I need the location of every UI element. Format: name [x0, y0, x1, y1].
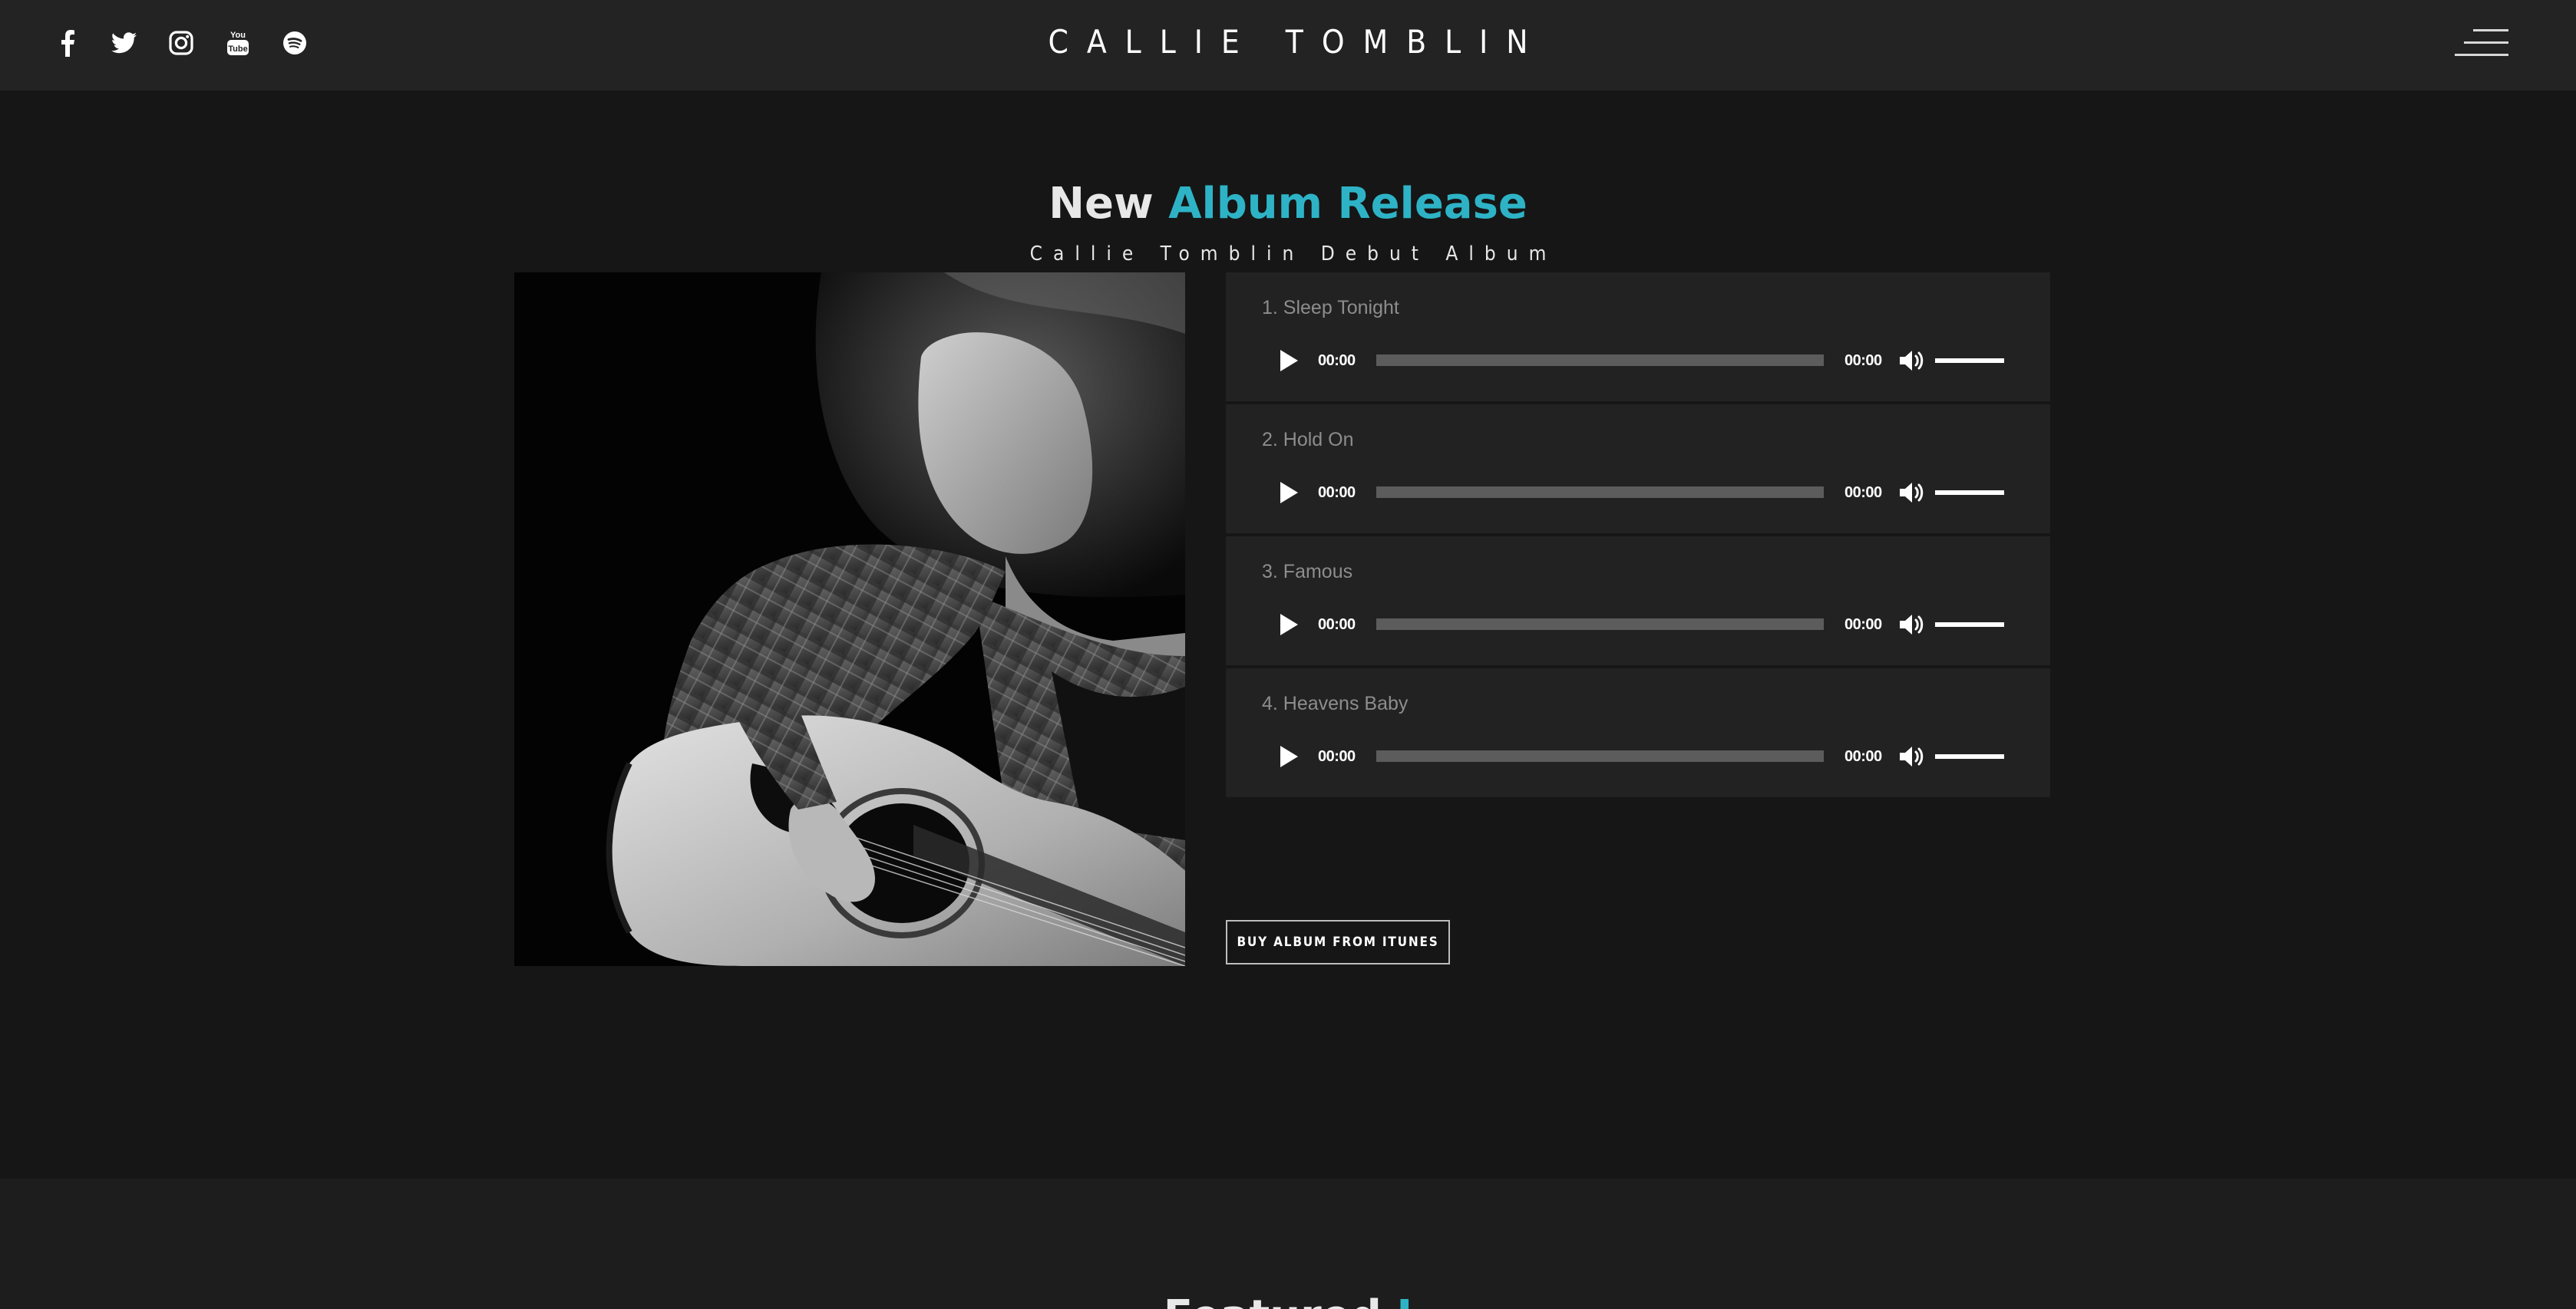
buy-album-button[interactable]: BUY ALBUM FROM ITUNES	[1226, 920, 1450, 964]
heading-accent: Album Release	[1168, 179, 1527, 229]
section-heading: New Album Release	[0, 175, 2576, 233]
volume-icon[interactable]	[1898, 348, 1926, 373]
play-icon[interactable]	[1278, 745, 1300, 768]
track-list: 1. Sleep Tonight 00:00 00:00 2. Hold On 00:0…	[1226, 272, 2050, 797]
volume-slider[interactable]	[1935, 754, 2004, 759]
track-item: 1. Sleep Tonight 00:00 00:00	[1226, 272, 2050, 404]
duration-time: 00:00	[1844, 616, 1882, 633]
menu-line	[2464, 41, 2508, 44]
progress-bar[interactable]	[1376, 750, 1824, 762]
heading-plain: New	[1049, 179, 1154, 229]
audio-player: 00:00 00:00	[1226, 737, 2050, 774]
volume-slider[interactable]	[1935, 358, 2004, 363]
volume-slider[interactable]	[1935, 622, 2004, 627]
duration-time: 00:00	[1844, 352, 1882, 369]
current-time: 00:00	[1318, 352, 1356, 369]
track-title: 1. Sleep Tonight	[1262, 297, 1399, 318]
section-subheading: Callie Tomblin Debut Album	[1029, 242, 1557, 265]
play-icon[interactable]	[1278, 481, 1300, 504]
track-item: 2. Hold On 00:00 00:00	[1226, 404, 2050, 536]
volume-icon[interactable]	[1898, 612, 1926, 637]
track-item: 4. Heavens Baby 00:00 00:00	[1226, 668, 2050, 797]
track-title: 4. Heavens Baby	[1262, 693, 1409, 714]
next-section: Featured I	[0, 1179, 2576, 1309]
current-time: 00:00	[1318, 616, 1356, 633]
menu-line	[2473, 29, 2508, 31]
site-header: You Tube CALLIE TOMBLIN	[0, 0, 2576, 91]
current-time: 00:00	[1318, 484, 1356, 501]
track-item: 3. Famous 00:00 00:00	[1226, 536, 2050, 668]
site-brand[interactable]: CALLIE TOMBLIN	[0, 23, 2576, 61]
hamburger-menu-icon[interactable]	[2455, 26, 2508, 58]
volume-slider[interactable]	[1935, 490, 2004, 495]
volume-icon[interactable]	[1898, 480, 1926, 505]
play-icon[interactable]	[1278, 349, 1300, 372]
duration-time: 00:00	[1844, 748, 1882, 765]
progress-bar[interactable]	[1376, 486, 1824, 498]
progress-bar[interactable]	[1376, 354, 1824, 366]
audio-player: 00:00 00:00	[1226, 341, 2050, 378]
album-cover-photo	[514, 272, 1185, 966]
audio-player: 00:00 00:00	[1226, 605, 2050, 642]
audio-player: 00:00 00:00	[1226, 473, 2050, 510]
menu-line	[2455, 54, 2508, 56]
heading-plain: Featured	[1164, 1291, 1382, 1309]
duration-time: 00:00	[1844, 484, 1882, 501]
play-icon[interactable]	[1278, 613, 1300, 636]
progress-bar[interactable]	[1376, 618, 1824, 630]
track-title: 2. Hold On	[1262, 429, 1354, 450]
volume-icon[interactable]	[1898, 744, 1926, 769]
next-section-heading: Featured I	[0, 1288, 2576, 1309]
current-time: 00:00	[1318, 748, 1356, 765]
heading-accent: I	[1396, 1291, 1412, 1309]
track-title: 3. Famous	[1262, 561, 1353, 582]
